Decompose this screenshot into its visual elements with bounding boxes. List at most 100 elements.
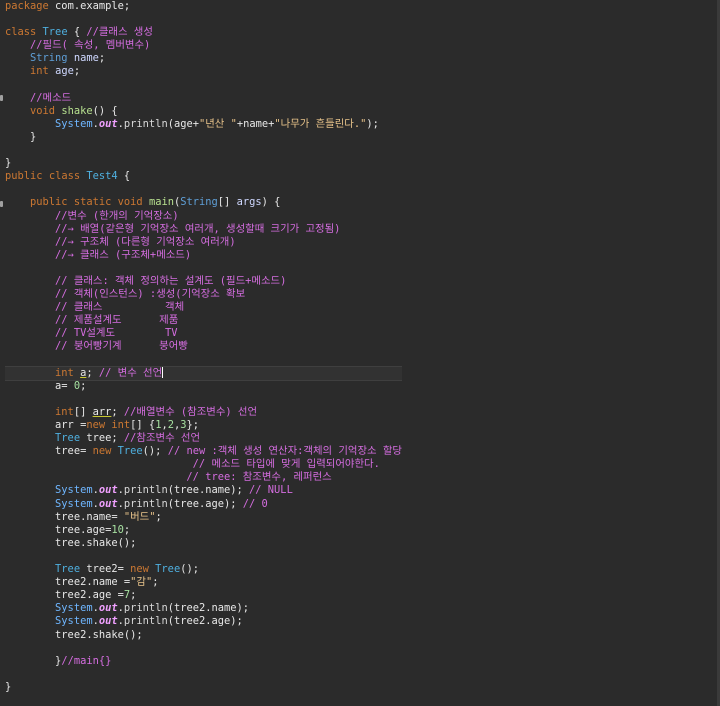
- code-line[interactable]: System.out.println(age+"년산 "+name+"나무가 흔…: [5, 118, 402, 131]
- code-line[interactable]: // 객체(인스턴스) :생성(기억장소 확보: [5, 288, 402, 301]
- code-text: (age+: [167, 117, 199, 130]
- code-text: tree2.age =: [5, 589, 124, 602]
- code-line[interactable]: int age;: [5, 65, 402, 78]
- code-line[interactable]: System.out.println(tree2.age);: [5, 615, 402, 628]
- code-line[interactable]: //→ 클래스 (구조체+메소드): [5, 249, 402, 262]
- code-line[interactable]: Tree tree2= new Tree();: [5, 563, 402, 576]
- code-line[interactable]: void shake() {: [5, 105, 402, 118]
- comment-token: //배열변수 (참조변수) 선언: [123, 405, 258, 418]
- code-line[interactable]: //메소드: [5, 92, 402, 105]
- code-line[interactable]: String name;: [5, 52, 402, 65]
- code-text: a=: [5, 379, 74, 392]
- code-line[interactable]: [5, 262, 402, 275]
- code-line[interactable]: tree.shake();: [5, 537, 402, 550]
- code-text: {: [67, 26, 87, 39]
- code-line[interactable]: System.out.println(tree.age); // 0: [5, 498, 402, 511]
- code-line[interactable]: // tree: 참조변수, 레퍼런스: [5, 471, 402, 484]
- code-line[interactable]: //변수 (한개의 기억장소): [5, 210, 402, 223]
- code-line[interactable]: [5, 393, 402, 406]
- code-text: [] {: [130, 419, 156, 431]
- code-line[interactable]: [5, 550, 402, 563]
- code-line[interactable]: public static void main(String[] args) {: [5, 196, 402, 209]
- code-line[interactable]: System.out.println(tree.name); // NULL: [5, 484, 402, 497]
- keyword-token: new: [130, 563, 149, 576]
- current-code-line[interactable]: int a; // 변수 선언: [5, 365, 402, 381]
- code-line[interactable]: class Tree { //클래스 생성: [5, 26, 402, 39]
- string-literal: "년산 ": [198, 117, 237, 130]
- code-line[interactable]: tree2.name ="감";: [5, 576, 402, 589]
- code-line[interactable]: }: [5, 131, 402, 144]
- code-line[interactable]: tree.age=10;: [5, 524, 402, 537]
- code-line[interactable]: }: [5, 681, 402, 694]
- code-line[interactable]: tree2.age =7;: [5, 589, 402, 602]
- code-line[interactable]: a= 0;: [5, 380, 402, 393]
- code-editor[interactable]: package com.example; class Tree { //클래스 …: [0, 0, 720, 706]
- comment-token: // 메소드 타입에 맞게 입력되어야한다.: [192, 458, 380, 471]
- system-class: System: [55, 484, 93, 497]
- keyword-token: new: [92, 445, 112, 458]
- fold-marker[interactable]: [0, 95, 3, 101]
- system-class: System: [55, 615, 93, 628]
- code-line[interactable]: //→ 배열(같은형 기억장소 여러개, 생성할때 크기가 고정됨): [5, 223, 402, 236]
- comment-token: // 제품설계도 제품: [55, 314, 179, 327]
- code-line[interactable]: int[] arr; //배열변수 (참조변수) 선언: [5, 406, 402, 419]
- code-text: tree=: [5, 445, 93, 458]
- code-line[interactable]: }//main{}: [5, 655, 402, 668]
- code-line[interactable]: [5, 183, 402, 196]
- code-line[interactable]: }: [5, 157, 402, 170]
- code-line[interactable]: tree.name= "버드";: [5, 511, 402, 524]
- comment-token: // 객체(인스턴스) :생성(기억장소 확보: [55, 288, 246, 301]
- keyword-token: new: [86, 419, 106, 431]
- comment-token: // 0: [242, 497, 268, 510]
- comment-token: // new :객체 생성 연산자:객체의 기억장소 할당: [167, 445, 402, 458]
- code-line[interactable]: arr =new int[] {1,2,3};: [5, 419, 402, 432]
- code-line[interactable]: tree= new Tree(); // new :객체 생성 연산자:객체의 …: [5, 445, 402, 458]
- code-line[interactable]: //필드( 속성, 멤버변수): [5, 39, 402, 52]
- code-line[interactable]: System.out.println(tree2.name);: [5, 602, 402, 615]
- fold-marker[interactable]: [0, 201, 3, 207]
- code-line[interactable]: [5, 642, 402, 655]
- code-line[interactable]: // TV설계도 TV: [5, 327, 402, 340]
- system-class: System: [55, 117, 93, 130]
- code-line[interactable]: // 메소드 타입에 맞게 입력되어야한다.: [5, 458, 402, 471]
- code-area[interactable]: package com.example; class Tree { //클래스 …: [5, 0, 402, 694]
- code-text: ;: [152, 576, 159, 589]
- keyword-token: int: [111, 419, 131, 431]
- code-text: tree.shake();: [5, 536, 137, 549]
- code-line[interactable]: //→ 구조체 (다른형 기억장소 여러개): [5, 236, 402, 249]
- code-line[interactable]: // 제품설계도 제품: [5, 314, 402, 327]
- code-line[interactable]: tree2.shake();: [5, 629, 402, 642]
- code-line[interactable]: package com.example;: [5, 0, 402, 13]
- code-line[interactable]: [5, 144, 402, 157]
- code-line[interactable]: [5, 668, 402, 681]
- keyword-token: int: [30, 65, 49, 78]
- class-name: Tree: [42, 26, 68, 39]
- out-field: out: [98, 497, 118, 510]
- code-text: }: [5, 157, 12, 170]
- code-line[interactable]: [5, 13, 402, 26]
- code-text: ;: [111, 405, 124, 418]
- code-text: +name+: [236, 117, 275, 130]
- code-line[interactable]: [5, 79, 402, 92]
- code-line[interactable]: // 붕어빵기계 붕어빵: [5, 340, 402, 353]
- code-line[interactable]: Tree tree; //참조변수 선언: [5, 432, 402, 445]
- code-line[interactable]: public class Test4 {: [5, 170, 402, 183]
- keyword-token: class: [48, 170, 81, 183]
- method-declaration: main: [148, 196, 174, 209]
- code-line[interactable]: // 클래스 객체: [5, 301, 402, 314]
- code-text: tree2.name =: [5, 576, 131, 589]
- class-name: Test4: [86, 170, 118, 183]
- out-field: out: [98, 602, 118, 615]
- code-line[interactable]: // 클래스: 객체 정의하는 설계도 (필드+메소드): [5, 275, 402, 288]
